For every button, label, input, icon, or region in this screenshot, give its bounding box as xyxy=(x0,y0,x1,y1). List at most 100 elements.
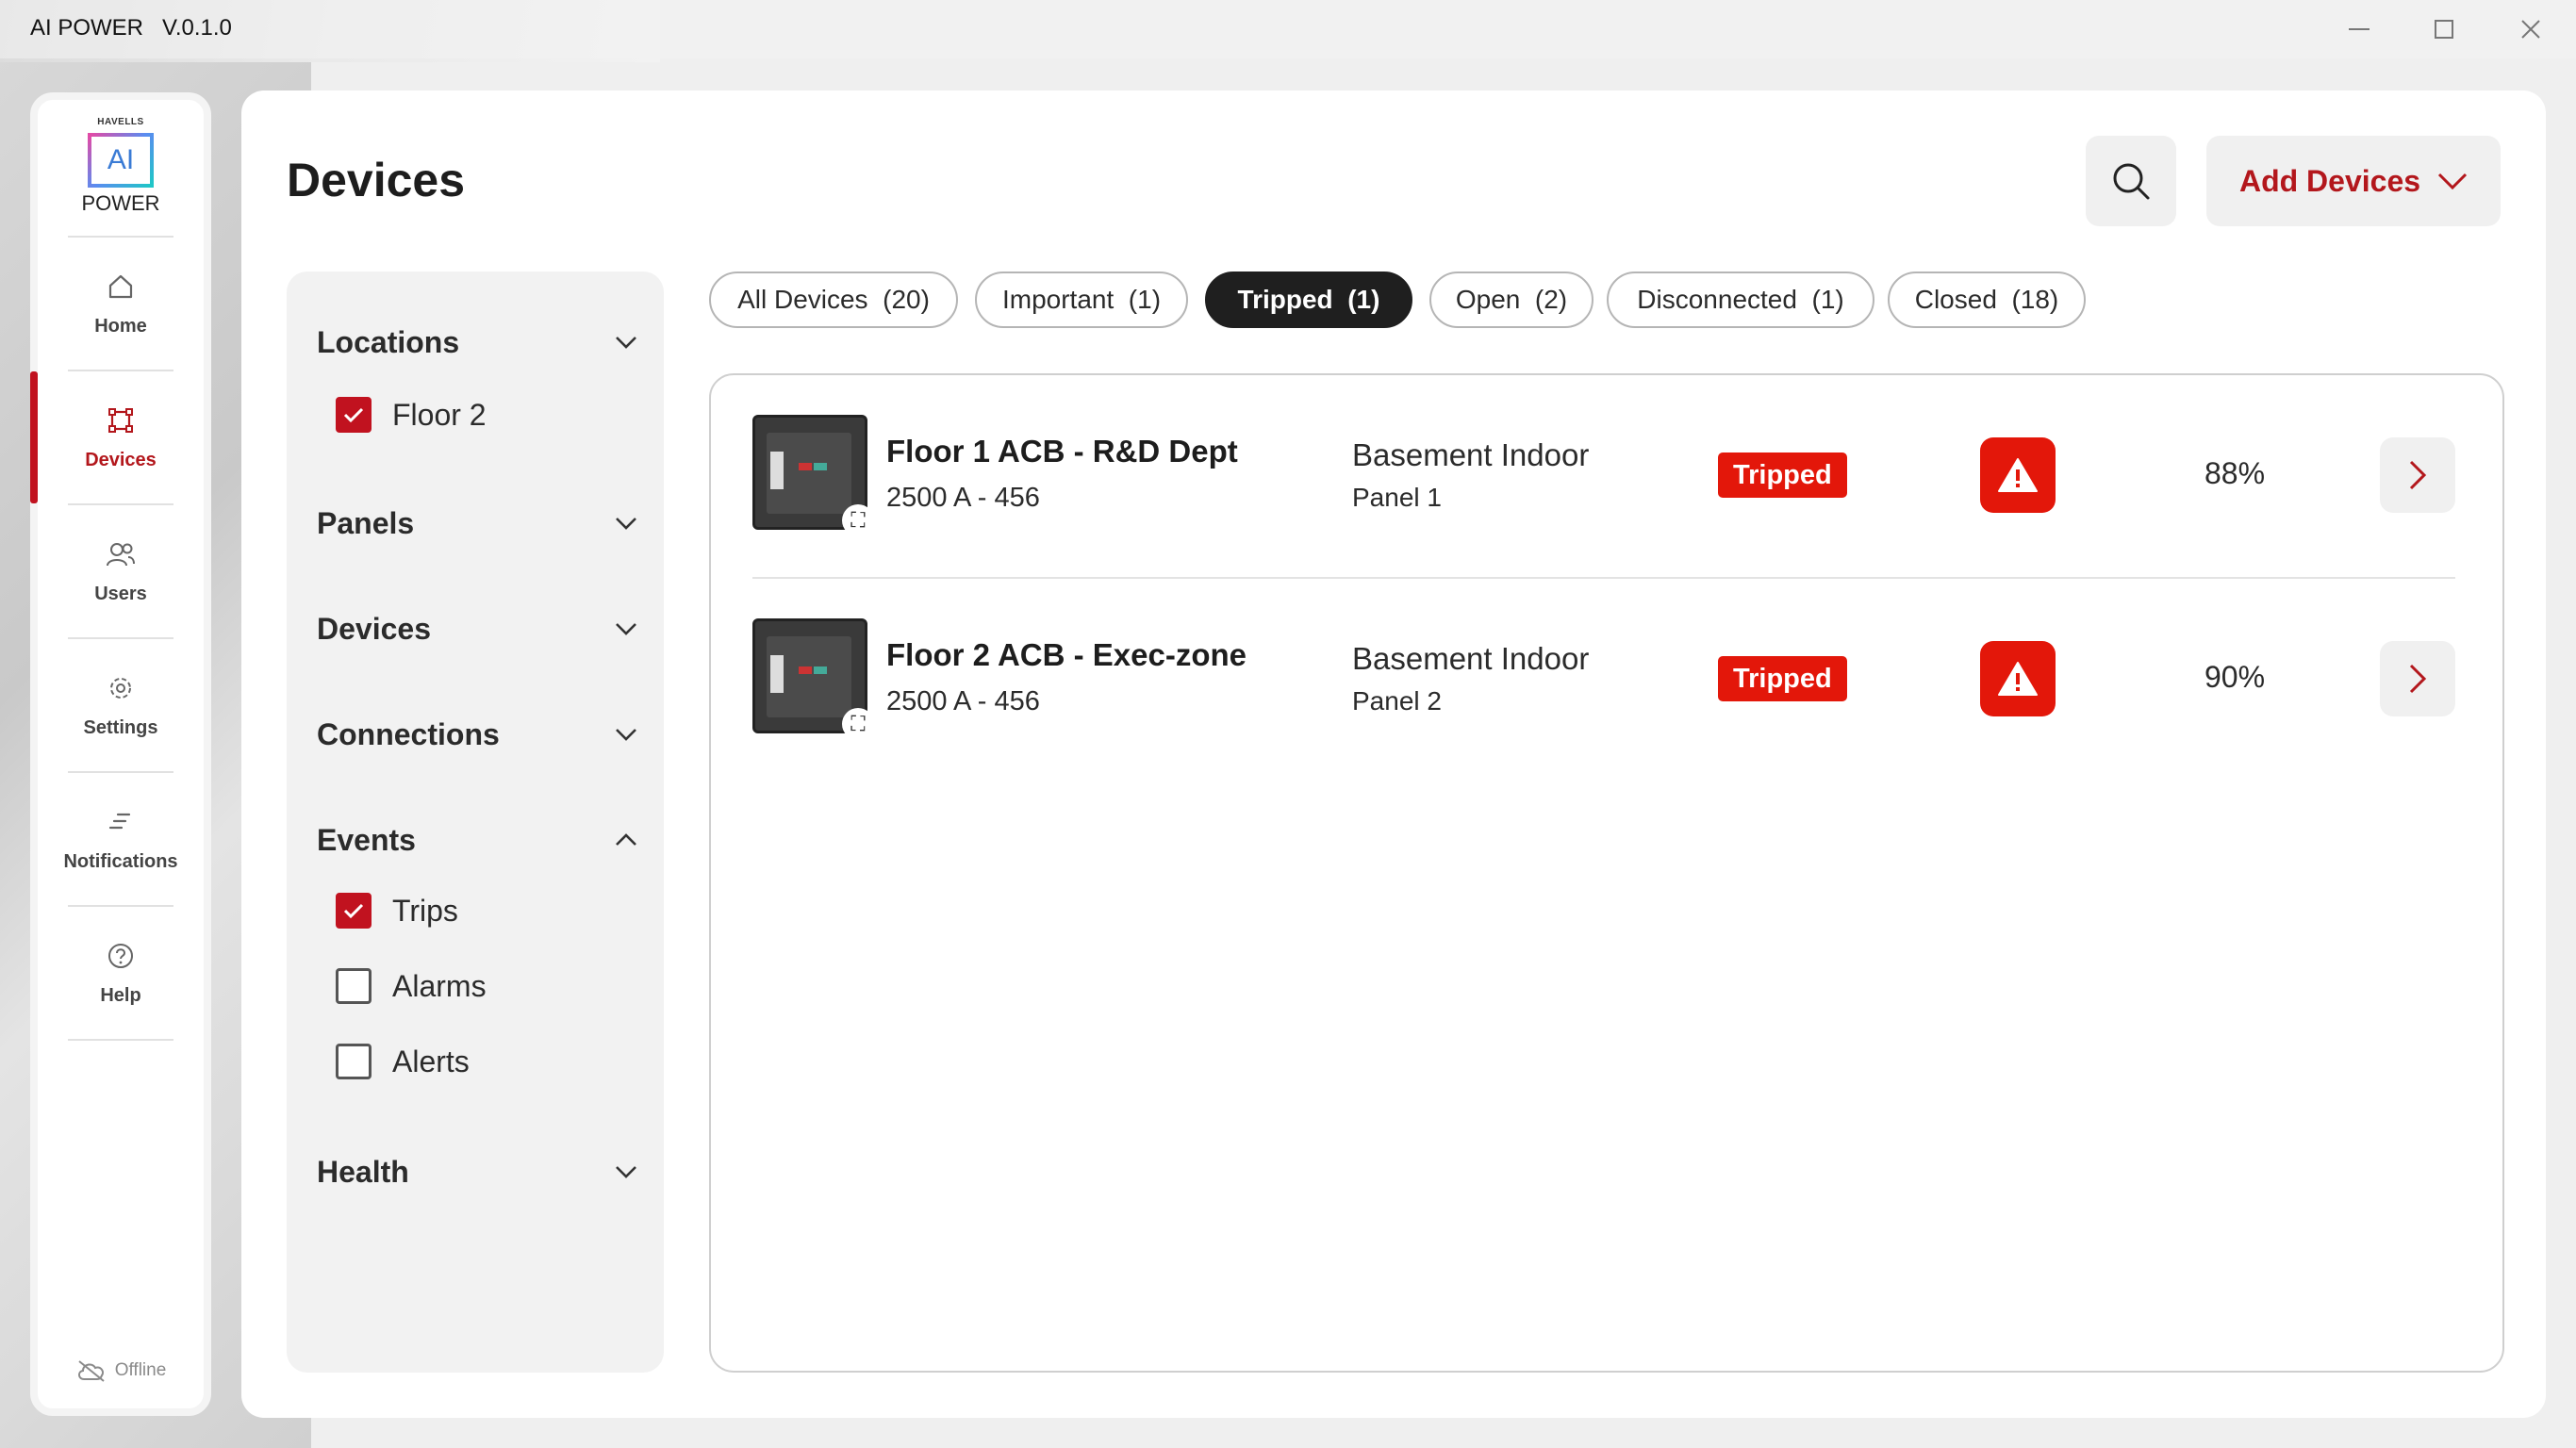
minimize-button[interactable] xyxy=(2340,13,2378,45)
sidebar-item-home[interactable]: Home xyxy=(38,238,204,370)
connection-status: Offline xyxy=(38,1359,204,1382)
devices-icon xyxy=(105,404,137,436)
warning-button[interactable] xyxy=(1980,641,2056,716)
open-device-button[interactable] xyxy=(2380,437,2455,513)
device-spec: 2500 A - 456 xyxy=(886,686,1040,716)
checkbox-checked[interactable] xyxy=(336,397,372,433)
open-device-button[interactable] xyxy=(2380,641,2455,716)
sidebar-item-label: Home xyxy=(94,315,147,337)
filter-section-title: Events xyxy=(317,822,416,857)
checkbox-checked[interactable] xyxy=(336,893,372,929)
filter-option-alerts[interactable]: Alerts xyxy=(336,1041,470,1082)
checkbox-unchecked[interactable] xyxy=(336,1044,372,1079)
tab-tripped[interactable]: Tripped (1) xyxy=(1205,272,1412,328)
help-icon xyxy=(105,940,137,972)
filter-section-title: Health xyxy=(317,1154,409,1189)
chevron-down-icon xyxy=(616,729,636,741)
add-devices-button[interactable]: Add Devices xyxy=(2206,136,2501,226)
device-thumbnail: ⛶ xyxy=(752,415,874,536)
disconnected-icon: ⛶ xyxy=(842,708,874,740)
device-name: Floor 2 ACB - Exec-zone xyxy=(886,637,1247,672)
logo-brand: HAVELLS xyxy=(97,117,144,127)
warning-button[interactable] xyxy=(1980,437,2056,513)
cloud-off-icon xyxy=(77,1360,105,1382)
filter-panel: Locations Floor 2 Panels Devices Connect… xyxy=(287,272,664,1373)
warning-icon xyxy=(1998,458,2038,492)
filter-option-alarms[interactable]: Alarms xyxy=(336,965,487,1007)
chevron-down-icon xyxy=(616,337,636,349)
chevron-right-icon xyxy=(2409,664,2427,694)
filter-option-label: Alerts xyxy=(392,1044,470,1078)
filter-section-title: Locations xyxy=(317,324,460,359)
checkmark-icon xyxy=(343,407,364,423)
device-list: ⛶ Floor 1 ACB - R&D Dept 2500 A - 456 Ba… xyxy=(709,373,2504,1373)
app-logo: HAVELLS AI POWER xyxy=(38,117,204,216)
chevron-down-icon xyxy=(2437,173,2468,189)
filter-panels-header[interactable]: Panels xyxy=(317,500,637,547)
filter-option-label: Floor 2 xyxy=(392,397,487,432)
nav-divider xyxy=(68,1039,173,1041)
device-health-percent: 88% xyxy=(2204,456,2266,490)
status-badge: Tripped xyxy=(1718,452,1847,498)
filter-devices-header[interactable]: Devices xyxy=(317,605,637,652)
filter-locations-header[interactable]: Locations xyxy=(317,319,637,366)
sidebar: HAVELLS AI POWER Home Devices Users Sett… xyxy=(30,92,211,1416)
filter-option-label: Alarms xyxy=(392,968,487,1003)
filter-connections-header[interactable]: Connections xyxy=(317,711,637,758)
device-name: Floor 1 ACB - R&D Dept xyxy=(886,434,1238,469)
offline-label: Offline xyxy=(114,1360,167,1380)
device-panel: Panel 1 xyxy=(1352,483,1442,512)
status-badge: Tripped xyxy=(1718,656,1847,701)
main-panel: Devices Add Devices Locations Floor 2 Pa… xyxy=(241,90,2546,1418)
search-icon xyxy=(2113,163,2150,200)
checkbox-unchecked[interactable] xyxy=(336,968,372,1004)
sidebar-item-notifications[interactable]: Notifications xyxy=(38,773,204,905)
filter-option-trips[interactable]: Trips xyxy=(336,890,458,931)
minimize-icon xyxy=(2349,28,2370,30)
filter-option-label: Trips xyxy=(392,893,458,928)
device-row[interactable]: ⛶ Floor 2 ACB - Exec-zone 2500 A - 456 B… xyxy=(711,579,2502,782)
sidebar-item-devices[interactable]: Devices xyxy=(38,371,204,503)
maximize-button[interactable] xyxy=(2425,13,2463,45)
filter-option-floor-2[interactable]: Floor 2 xyxy=(336,394,487,436)
device-spec: 2500 A - 456 xyxy=(886,483,1040,513)
logo-mark: AI xyxy=(88,133,154,188)
sidebar-item-label: Settings xyxy=(83,716,158,738)
sidebar-item-label: Devices xyxy=(85,449,157,470)
logo-product: POWER xyxy=(81,191,160,215)
chevron-down-icon xyxy=(616,1166,636,1178)
chevron-down-icon xyxy=(616,518,636,530)
page-title: Devices xyxy=(287,154,466,206)
device-panel: Panel 2 xyxy=(1352,686,1442,716)
device-thumbnail: ⛶ xyxy=(752,618,874,740)
tab-disconnected[interactable]: Disconnected (1) xyxy=(1607,272,1874,328)
add-devices-label: Add Devices xyxy=(2238,163,2421,198)
sidebar-item-settings[interactable]: Settings xyxy=(38,639,204,771)
filter-section-title: Panels xyxy=(317,505,415,540)
home-icon xyxy=(105,271,137,303)
gear-icon xyxy=(105,672,137,704)
sidebar-item-help[interactable]: Help xyxy=(38,907,204,1039)
tab-all-devices[interactable]: All Devices (20) xyxy=(709,272,958,328)
filter-health-header[interactable]: Health xyxy=(317,1148,637,1195)
device-location: Basement Indoor xyxy=(1352,641,1590,676)
filter-section-title: Devices xyxy=(317,611,431,646)
close-button[interactable] xyxy=(2512,13,2550,45)
maximize-icon xyxy=(2435,20,2453,39)
close-icon xyxy=(2521,20,2540,39)
filter-events-header[interactable]: Events xyxy=(317,816,637,864)
tab-closed[interactable]: Closed (18) xyxy=(1888,272,2086,328)
app-title: AI POWER V.0.1.0 xyxy=(30,15,232,41)
logo-mark-text: AI xyxy=(107,144,135,175)
sidebar-item-users[interactable]: Users xyxy=(38,505,204,637)
device-location: Basement Indoor xyxy=(1352,437,1590,472)
tab-open[interactable]: Open (2) xyxy=(1429,272,1593,328)
checkmark-icon xyxy=(343,903,364,919)
chevron-up-icon xyxy=(616,833,636,846)
sidebar-item-label: Notifications xyxy=(63,850,178,872)
disconnected-icon: ⛶ xyxy=(842,504,874,536)
device-row[interactable]: ⛶ Floor 1 ACB - R&D Dept 2500 A - 456 Ba… xyxy=(711,375,2502,579)
search-button[interactable] xyxy=(2086,136,2176,226)
chevron-down-icon xyxy=(616,623,636,635)
tab-important[interactable]: Important (1) xyxy=(975,272,1188,328)
